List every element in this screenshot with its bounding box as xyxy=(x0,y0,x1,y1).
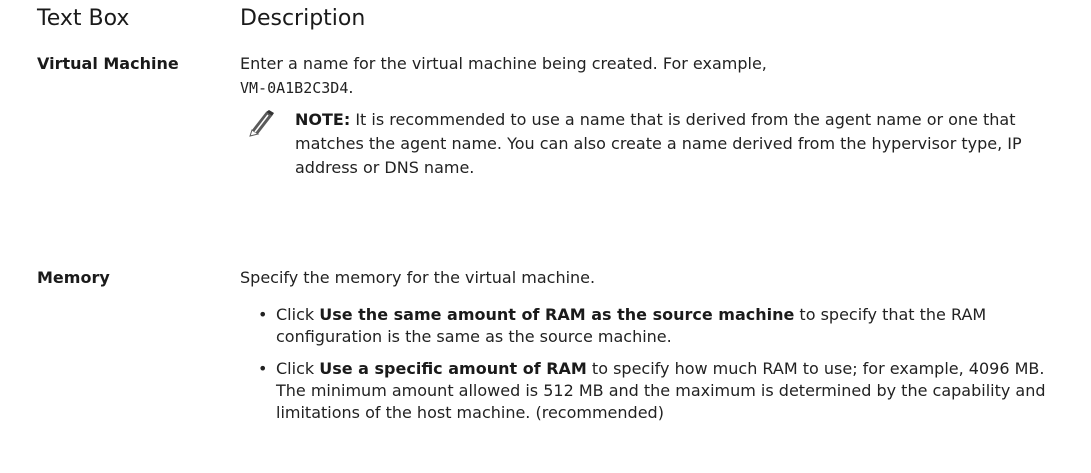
bullet-prefix: Click xyxy=(276,359,320,378)
term-memory: Memory xyxy=(37,268,110,287)
bullet-bold: Use the same amount of RAM as the source… xyxy=(319,305,795,324)
term-virtual-machine: Virtual Machine xyxy=(37,54,179,73)
list-item: • Click Use a specific amount of RAM to … xyxy=(258,358,1058,424)
bullet-icon: • xyxy=(258,359,268,378)
description-virtual-machine: Enter a name for the virtual machine bei… xyxy=(240,52,1060,100)
column-header-description: Description xyxy=(240,6,366,31)
description-memory: Specify the memory for the virtual machi… xyxy=(240,268,596,287)
column-header-text-box: Text Box xyxy=(37,6,130,31)
bullet-bold: Use a specific amount of RAM xyxy=(319,359,587,378)
note-label: NOTE: xyxy=(295,110,351,129)
bullet-icon: • xyxy=(258,305,268,324)
description-text: Enter a name for the virtual machine bei… xyxy=(240,54,767,73)
pencil-note-icon xyxy=(246,110,282,138)
list-item: • Click Use the same amount of RAM as th… xyxy=(258,304,1058,348)
note-text: It is recommended to use a name that is … xyxy=(295,110,1022,177)
example-suffix: . xyxy=(348,78,354,97)
bullet-prefix: Click xyxy=(276,305,320,324)
example-code: VM-0A1B2C3D4 xyxy=(240,79,349,97)
note-block: NOTE: It is recommended to use a name th… xyxy=(295,108,1055,180)
memory-options-list: • Click Use the same amount of RAM as th… xyxy=(258,304,1058,434)
